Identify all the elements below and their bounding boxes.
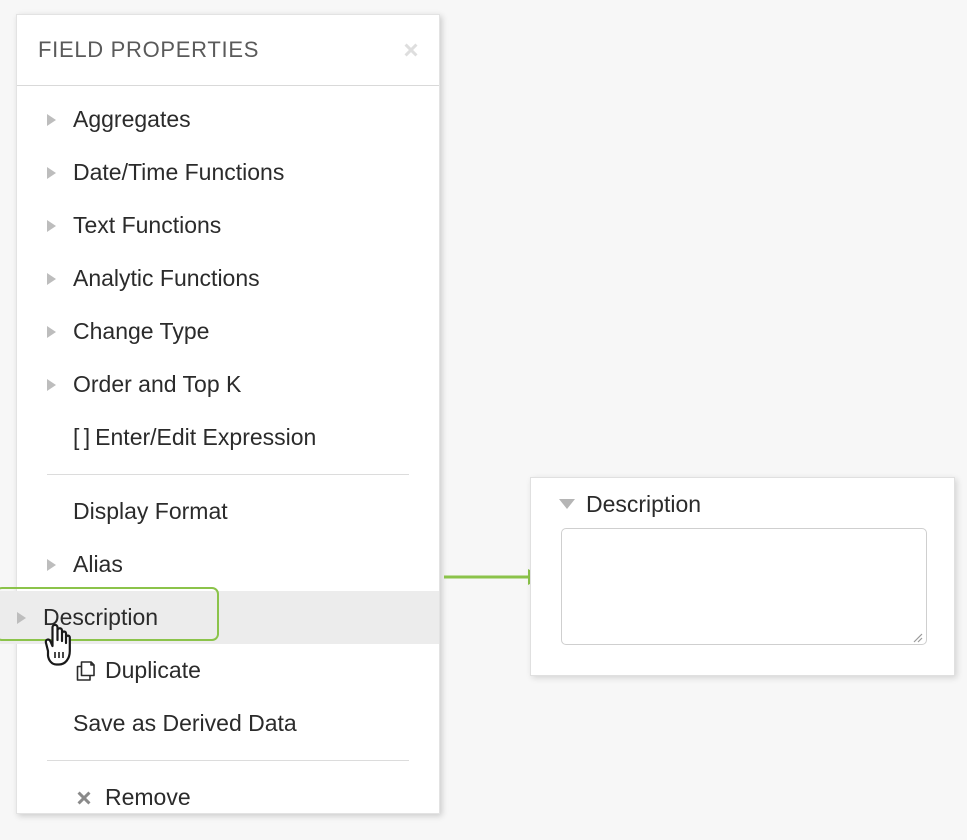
- menu-item-display-format[interactable]: Display Format: [17, 485, 439, 538]
- chevron-right-icon: [47, 376, 65, 394]
- close-icon[interactable]: [397, 36, 425, 64]
- page-title: FIELD PROPERTIES: [38, 37, 259, 63]
- menu-item-date-time-functions[interactable]: Date/Time Functions: [17, 146, 439, 199]
- chevron-right-icon: [47, 270, 65, 288]
- menu-item-enter-edit-expression[interactable]: [ ] Enter/Edit Expression: [17, 411, 439, 464]
- menu-item-save-as-derived-data[interactable]: Save as Derived Data: [17, 697, 439, 750]
- menu-item-label: Date/Time Functions: [73, 159, 284, 186]
- field-properties-menu: Aggregates Date/Time Functions Text Func…: [17, 86, 439, 824]
- menu-item-label: Text Functions: [73, 212, 221, 239]
- menu-item-label: Save as Derived Data: [73, 710, 297, 737]
- chevron-right-icon: [47, 164, 65, 182]
- menu-item-order-and-top-k[interactable]: Order and Top K: [17, 358, 439, 411]
- screen: FIELD PROPERTIES Aggregates Date/Time Fu…: [0, 0, 967, 840]
- panel-header: FIELD PROPERTIES: [17, 15, 439, 86]
- menu-item-label: Remove: [105, 784, 191, 811]
- menu-item-label: Duplicate: [105, 657, 201, 684]
- description-popup: Description: [530, 477, 955, 676]
- chevron-right-icon: [47, 111, 65, 129]
- menu-item-label: Description: [43, 604, 158, 631]
- chevron-down-icon[interactable]: [557, 496, 577, 512]
- description-popup-title: Description: [586, 491, 701, 518]
- menu-divider: [47, 474, 409, 475]
- menu-item-label: Change Type: [73, 318, 209, 345]
- menu-item-label: Enter/Edit Expression: [95, 424, 316, 451]
- x-icon: [73, 786, 99, 810]
- callout-arrow: [444, 566, 544, 588]
- description-textarea-wrapper: [561, 528, 926, 645]
- menu-item-label: Aggregates: [73, 106, 191, 133]
- description-popup-header[interactable]: Description: [531, 478, 954, 518]
- menu-item-label: Order and Top K: [73, 371, 241, 398]
- chevron-right-icon: [17, 609, 35, 627]
- menu-item-alias[interactable]: Alias: [17, 538, 439, 591]
- menu-item-label: Display Format: [73, 498, 228, 525]
- menu-item-duplicate[interactable]: Duplicate: [17, 644, 439, 697]
- description-textarea[interactable]: [561, 528, 927, 645]
- menu-divider: [47, 760, 409, 761]
- chevron-right-icon: [47, 556, 65, 574]
- menu-item-remove[interactable]: Remove: [17, 771, 439, 824]
- brackets-icon: [ ]: [73, 424, 89, 451]
- menu-item-label: Alias: [73, 551, 123, 578]
- menu-item-analytic-functions[interactable]: Analytic Functions: [17, 252, 439, 305]
- menu-item-description[interactable]: Description: [0, 591, 439, 644]
- chevron-right-icon: [47, 217, 65, 235]
- menu-item-aggregates[interactable]: Aggregates: [17, 93, 439, 146]
- copy-icon: [73, 659, 99, 683]
- menu-item-text-functions[interactable]: Text Functions: [17, 199, 439, 252]
- menu-item-change-type[interactable]: Change Type: [17, 305, 439, 358]
- menu-item-label: Analytic Functions: [73, 265, 260, 292]
- chevron-right-icon: [47, 323, 65, 341]
- field-properties-panel: FIELD PROPERTIES Aggregates Date/Time Fu…: [16, 14, 440, 814]
